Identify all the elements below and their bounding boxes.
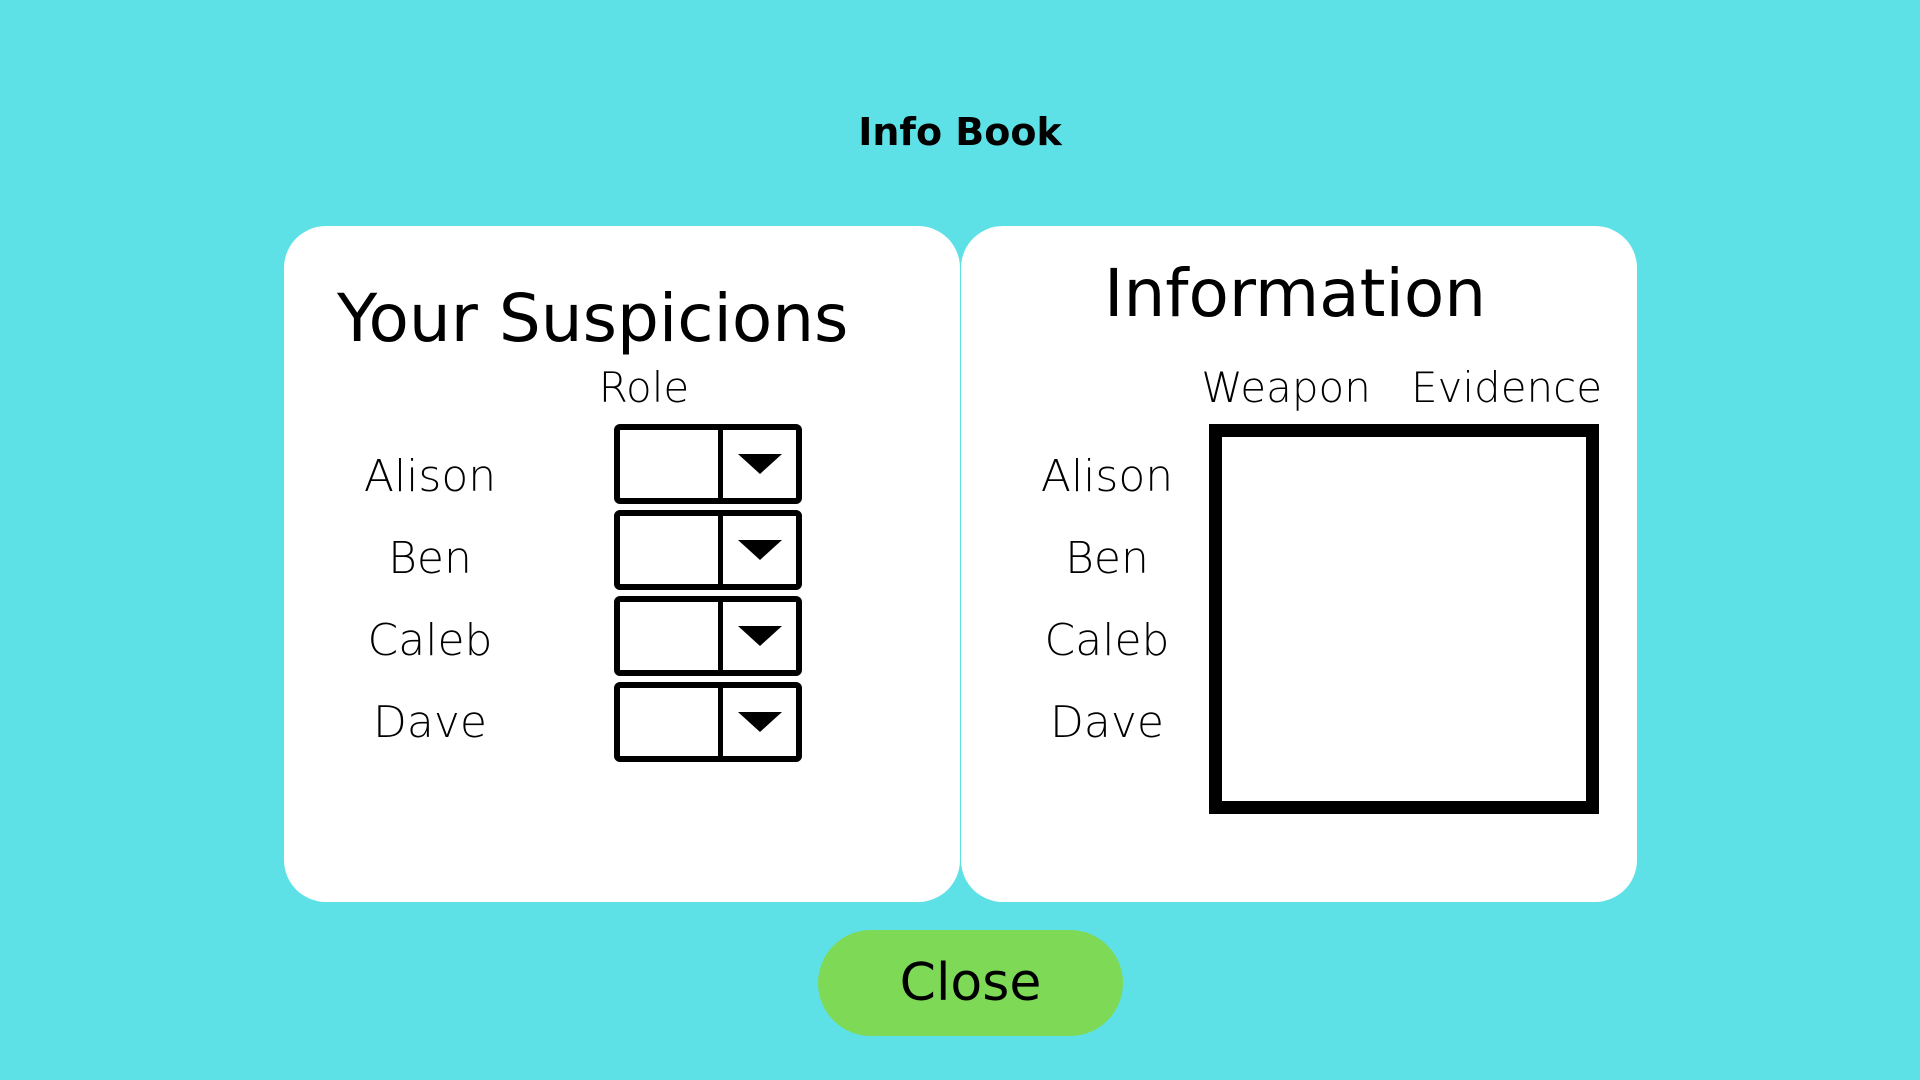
suspect-name-alison: Alison xyxy=(363,451,497,502)
info-name-caleb: Caleb xyxy=(1044,615,1170,666)
role-select-caleb[interactable] xyxy=(614,596,802,676)
information-title: Information xyxy=(1104,255,1487,332)
chevron-down-icon[interactable] xyxy=(723,516,796,584)
chevron-down-icon[interactable] xyxy=(723,688,796,756)
role-column-header: Role xyxy=(598,363,690,412)
suspect-name-caleb: Caleb xyxy=(367,615,493,666)
role-select-value xyxy=(620,430,723,498)
info-name-alison: Alison xyxy=(1040,451,1174,502)
role-select-value xyxy=(620,688,723,756)
close-button[interactable]: Close xyxy=(818,930,1123,1036)
chevron-down-icon[interactable] xyxy=(723,602,796,670)
role-select-value xyxy=(620,602,723,670)
information-box xyxy=(1209,424,1599,814)
suspicions-title: Your Suspicions xyxy=(337,280,849,357)
information-panel: Information Weapon Evidence Alison Ben C… xyxy=(961,226,1637,902)
info-name-ben: Ben xyxy=(1065,533,1149,584)
evidence-column-header: Evidence xyxy=(1411,363,1603,412)
weapon-column-header: Weapon xyxy=(1201,363,1371,412)
chevron-down-icon[interactable] xyxy=(723,430,796,498)
suspect-name-list: Alison Ben Caleb Dave xyxy=(320,436,540,764)
info-name-dave: Dave xyxy=(1050,697,1164,748)
role-select-value xyxy=(620,516,723,584)
role-select-ben[interactable] xyxy=(614,510,802,590)
suspicions-panel: Your Suspicions Role Alison Ben Caleb Da… xyxy=(284,226,960,902)
page-title: Info Book xyxy=(858,110,1062,154)
role-select-dave[interactable] xyxy=(614,682,802,762)
info-suspect-name-list: Alison Ben Caleb Dave xyxy=(997,436,1217,764)
role-select-list xyxy=(614,424,802,768)
suspect-name-dave: Dave xyxy=(373,697,487,748)
role-select-alison[interactable] xyxy=(614,424,802,504)
suspect-name-ben: Ben xyxy=(388,533,472,584)
